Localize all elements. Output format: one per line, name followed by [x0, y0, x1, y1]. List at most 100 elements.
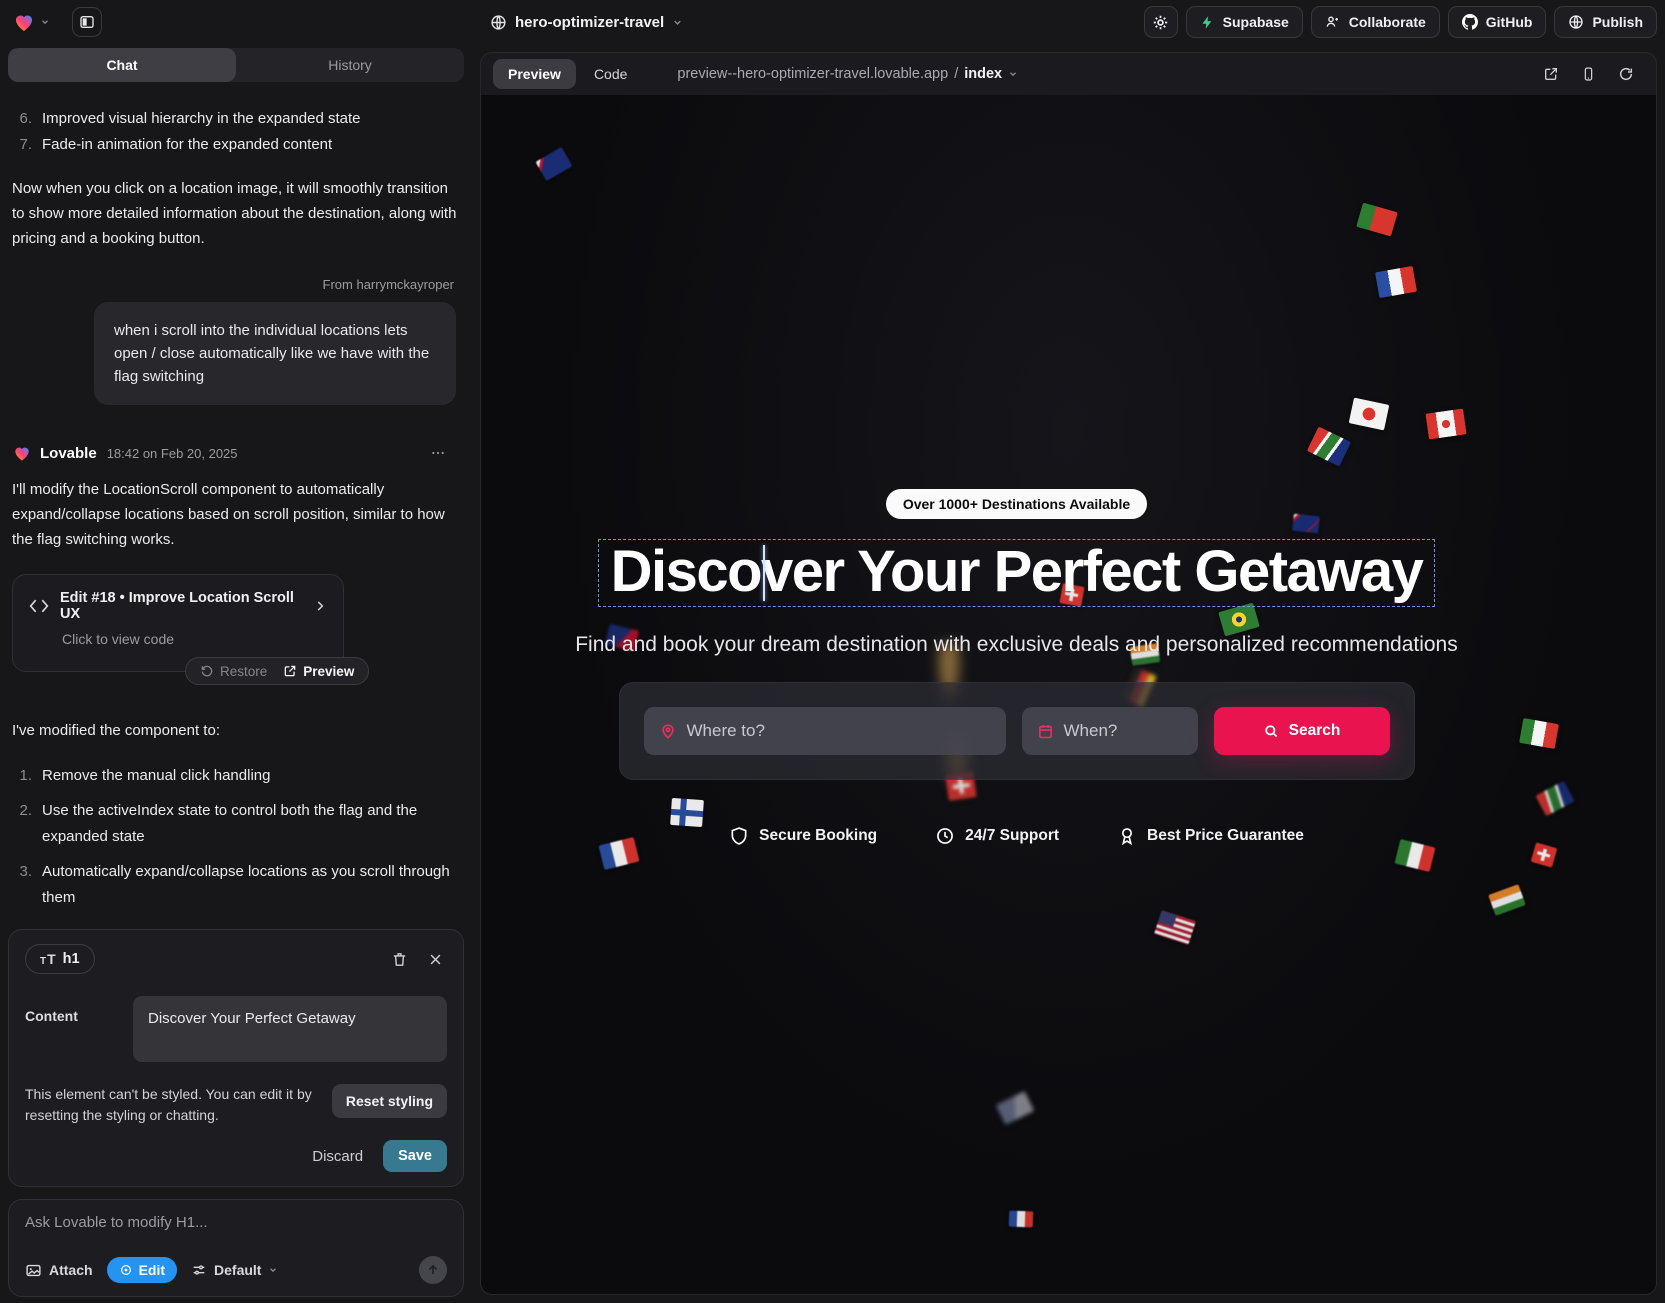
assistant-paragraph: Now when you click on a location image, … [12, 176, 460, 251]
search-button[interactable]: Search [1214, 707, 1390, 755]
delete-element-button[interactable] [391, 951, 408, 968]
calendar-icon [1037, 723, 1054, 740]
list-item-number: 3. [12, 859, 32, 911]
edit-code-card[interactable]: Edit #18 • Improve Location Scroll UX Cl… [12, 574, 344, 672]
close-panel-button[interactable] [428, 952, 443, 967]
refresh-button[interactable] [1618, 66, 1634, 82]
clock-icon [935, 826, 955, 846]
edit-mode-toggle[interactable]: Edit [107, 1257, 177, 1283]
hero-section: Over 1000+ Destinations Available Discov… [481, 489, 1552, 846]
lovable-logo-menu[interactable] [12, 10, 50, 34]
tab-history[interactable]: History [236, 48, 464, 82]
sliders-icon [191, 1262, 207, 1278]
list-item-text: Automatically expand/collapse locations … [42, 859, 452, 911]
send-message-button[interactable] [419, 1256, 447, 1284]
chat-scroll-area[interactable]: 6.Improved visual hierarchy in the expan… [0, 82, 472, 919]
composer-input[interactable] [25, 1214, 447, 1231]
open-in-new-tab-button[interactable] [1543, 66, 1559, 82]
styling-note: This element can't be styled. You can ed… [25, 1084, 320, 1126]
github-button[interactable]: GitHub [1448, 6, 1547, 38]
list-item-text: Use the activeIndex state to control bot… [42, 798, 452, 850]
external-link-icon [283, 664, 297, 678]
chevron-down-icon [268, 1265, 278, 1275]
list-item-text: Improved visual hierarchy in the expande… [42, 106, 361, 132]
tab-chat[interactable]: Chat [8, 48, 236, 82]
project-switcher[interactable]: hero-optimizer-travel [490, 14, 683, 31]
message-menu-dots-icon[interactable] [430, 445, 460, 461]
code-icon [29, 598, 49, 614]
sidebar-toggle-button[interactable] [72, 7, 102, 37]
top-bar: hero-optimizer-travel Supabase [0, 0, 1665, 44]
south-africa-flag [1307, 426, 1351, 466]
india-flag [1488, 884, 1526, 916]
chevron-down-icon [1008, 69, 1018, 79]
list-item-number: 2. [12, 798, 32, 850]
preview-viewport[interactable]: Over 1000+ Destinations Available Discov… [481, 95, 1656, 1294]
text-cursor-caret [763, 545, 765, 601]
search-icon [1263, 723, 1279, 739]
switzerland-flag [1531, 842, 1558, 867]
attach-image-icon [25, 1262, 42, 1279]
restore-preview-pill: Restore Preview [185, 657, 369, 685]
list-item-number: 1. [12, 763, 32, 789]
chat-history-tabs: Chat History [8, 48, 464, 82]
target-icon [119, 1263, 133, 1277]
preview-edit-button[interactable]: Preview [283, 664, 354, 679]
supabase-button[interactable]: Supabase [1186, 6, 1303, 38]
preview-url[interactable]: preview--hero-optimizer-travel.lovable.a… [677, 66, 1018, 82]
attach-button[interactable]: Attach [25, 1262, 93, 1279]
restore-icon [200, 664, 214, 678]
supabase-lightning-icon [1200, 15, 1215, 30]
list-item-text: Remove the manual click handling [42, 763, 270, 789]
collaborate-people-icon [1325, 14, 1341, 30]
chat-composer: Attach Edit Default [8, 1199, 464, 1297]
location-pin-icon [659, 722, 677, 740]
tab-code[interactable]: Code [594, 66, 627, 82]
australia-flag [536, 147, 573, 181]
assistant-numbered-list-tail: 6.Improved visual hierarchy in the expan… [12, 106, 460, 158]
user-message-bubble: when i scroll into the individual locati… [94, 302, 456, 405]
shield-icon [729, 826, 749, 846]
feature-shield: Secure Booking [729, 826, 877, 846]
when-input[interactable]: When? [1022, 707, 1198, 755]
model-default-selector[interactable]: Default [191, 1262, 278, 1278]
h1-selection-box[interactable]: Discover Your Perfect Getaway [598, 539, 1436, 607]
hero-subtitle: Find and book your dream destination wit… [481, 633, 1552, 657]
lovable-app: hero-optimizer-travel Supabase [0, 0, 1665, 1303]
publish-button[interactable]: Publish [1554, 6, 1657, 38]
where-to-input[interactable]: Where to? [644, 707, 1006, 755]
content-field-label: Content [25, 996, 125, 1062]
restore-button[interactable]: Restore [200, 664, 267, 679]
save-button[interactable]: Save [383, 1140, 447, 1172]
feature-clock: 24/7 Support [935, 826, 1059, 846]
features-row: Secure Booking24/7 SupportBest Price Gua… [481, 826, 1552, 846]
project-name: hero-optimizer-travel [515, 14, 664, 31]
content-textarea[interactable]: Discover Your Perfect Getaway [133, 996, 447, 1062]
destinations-badge: Over 1000+ Destinations Available [886, 489, 1147, 519]
edit-card-title: Edit #18 • Improve Location Scroll UX [60, 590, 302, 622]
mobile-view-button[interactable] [1581, 66, 1596, 82]
arrow-up-icon [426, 1263, 440, 1277]
hero-title: Discover Your Perfect Getaway [611, 539, 1423, 604]
tab-preview[interactable]: Preview [493, 59, 576, 89]
canada-flag [1425, 408, 1466, 439]
discard-button[interactable]: Discard [312, 1148, 363, 1165]
selected-element-tag-pill[interactable]: TT h1 [25, 944, 95, 974]
search-card: Where to? When? [619, 682, 1415, 780]
list-item-number: 7. [12, 132, 32, 158]
page-route: index [964, 66, 1002, 82]
chevron-down-icon [40, 17, 50, 27]
list-item: 6.Improved visual hierarchy in the expan… [12, 106, 460, 132]
panel-left-icon [79, 14, 95, 30]
reset-styling-button[interactable]: Reset styling [332, 1084, 447, 1118]
list-item-text: Fade-in animation for the expanded conte… [42, 132, 332, 158]
france-flag [1375, 266, 1417, 298]
edit-card-subtitle: Click to view code [62, 631, 327, 647]
message-timestamp: 18:42 on Feb 20, 2025 [107, 446, 238, 461]
assistant-paragraph: I'll modify the LocationScroll component… [12, 477, 460, 552]
settings-button[interactable] [1144, 6, 1178, 38]
chat-sidebar: Chat History 6.Improved visual hierarchy… [0, 44, 472, 1303]
collaborate-button[interactable]: Collaborate [1311, 6, 1440, 38]
france-flag [1009, 1211, 1034, 1228]
element-tag-label: h1 [63, 951, 80, 967]
